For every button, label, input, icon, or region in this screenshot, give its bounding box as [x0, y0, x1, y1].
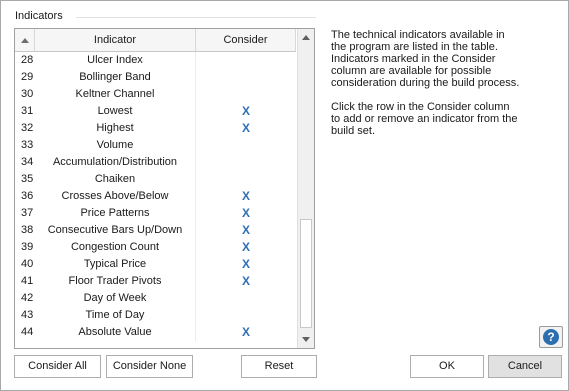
indicator-name: Typical Price	[35, 256, 196, 273]
indicator-name: Lowest	[35, 103, 196, 120]
row-number: 41	[21, 275, 34, 287]
group-divider	[76, 17, 316, 18]
table-row[interactable]: 29 Bollinger Band	[15, 69, 296, 86]
table-row[interactable]: 40 Typical Price X	[15, 256, 296, 273]
reset-button[interactable]: Reset	[241, 355, 317, 378]
row-number: 33	[21, 139, 34, 151]
sort-column-header[interactable]	[15, 29, 35, 51]
consider-cell[interactable]	[196, 290, 296, 307]
indicator-name: Absolute Value	[35, 324, 196, 341]
arrow-down-icon	[302, 337, 310, 342]
table-row[interactable]: 31 Lowest X	[15, 103, 296, 120]
consider-cell[interactable]	[196, 154, 296, 171]
help-icon: ?	[543, 329, 559, 345]
indicator-name: Ulcer Index	[35, 52, 196, 69]
sort-ascending-icon	[20, 37, 29, 43]
consider-all-button[interactable]: Consider All	[14, 355, 101, 378]
indicator-name: Day of Week	[35, 290, 196, 307]
consider-cell[interactable]	[196, 171, 296, 188]
indicator-name: Highest	[35, 120, 196, 137]
table-row[interactable]: 39 Congestion Count X	[15, 239, 296, 256]
description-paragraph-2: Click the row in the Consider column to …	[331, 101, 518, 137]
description-paragraph-1: The technical indicators available in th…	[331, 29, 520, 89]
vertical-scrollbar[interactable]	[297, 29, 314, 348]
row-number: 37	[21, 207, 34, 219]
table-row[interactable]: 37 Price Patterns X	[15, 205, 296, 222]
table-body: 28 Ulcer Index 29 Bollinger Band 30 Keltner C…	[15, 52, 296, 341]
consider-column-header[interactable]: Consider	[196, 29, 296, 51]
table-row[interactable]: 41 Floor Trader Pivots X	[15, 273, 296, 290]
help-button[interactable]: ?	[539, 326, 563, 348]
row-number: 44	[21, 326, 34, 338]
table-row[interactable]: 42 Day of Week	[15, 290, 296, 307]
consider-cell[interactable]: X	[196, 103, 296, 120]
table-row[interactable]: 35 Chaiken	[15, 171, 296, 188]
consider-none-button[interactable]: Consider None	[106, 355, 193, 378]
indicator-name: Keltner Channel	[35, 86, 196, 103]
row-number: 38	[21, 224, 34, 236]
description-panel: The technical indicators available in th…	[331, 29, 521, 149]
table-row[interactable]: 32 Highest X	[15, 120, 296, 137]
indicator-name: Bollinger Band	[35, 69, 196, 86]
indicators-dialog: Indicators Indicator Consider 28 Ulcer In…	[0, 0, 569, 391]
row-number: 35	[21, 173, 34, 185]
consider-cell[interactable]: X	[196, 324, 296, 341]
consider-cell[interactable]: X	[196, 205, 296, 222]
consider-cell[interactable]: X	[196, 273, 296, 290]
row-number: 34	[21, 156, 34, 168]
indicator-name: Time of Day	[35, 307, 196, 324]
row-number: 36	[21, 190, 34, 202]
row-number: 30	[21, 88, 34, 100]
table-row[interactable]: 44 Absolute Value X	[15, 324, 296, 341]
row-number: 31	[21, 105, 34, 117]
consider-cell[interactable]	[196, 137, 296, 154]
table-row[interactable]: 34 Accumulation/Distribution	[15, 154, 296, 171]
indicator-name: Volume	[35, 137, 196, 154]
table-row[interactable]: 38 Consecutive Bars Up/Down X	[15, 222, 296, 239]
row-number: 32	[21, 122, 34, 134]
scrollbar-thumb[interactable]	[300, 219, 312, 328]
consider-cell[interactable]	[196, 52, 296, 69]
scroll-down-button[interactable]	[298, 331, 314, 348]
consider-cell[interactable]: X	[196, 256, 296, 273]
consider-cell[interactable]	[196, 86, 296, 103]
table-row[interactable]: 28 Ulcer Index	[15, 52, 296, 69]
row-number: 29	[21, 71, 34, 83]
consider-cell[interactable]: X	[196, 120, 296, 137]
table-header: Indicator Consider	[15, 29, 296, 52]
consider-cell[interactable]	[196, 69, 296, 86]
indicator-name: Accumulation/Distribution	[35, 154, 196, 171]
row-number: 39	[21, 241, 34, 253]
table-row[interactable]: 43 Time of Day	[15, 307, 296, 324]
scroll-up-button[interactable]	[298, 29, 314, 46]
row-number: 42	[21, 292, 34, 304]
arrow-up-icon	[302, 35, 310, 40]
indicator-column-header[interactable]: Indicator	[35, 29, 196, 51]
cancel-button[interactable]: Cancel	[488, 355, 562, 378]
table-row[interactable]: 30 Keltner Channel	[15, 86, 296, 103]
indicator-name: Consecutive Bars Up/Down	[35, 222, 196, 239]
ok-button[interactable]: OK	[410, 355, 484, 378]
indicator-name: Crosses Above/Below	[35, 188, 196, 205]
indicator-name: Congestion Count	[35, 239, 196, 256]
row-number: 28	[21, 54, 34, 66]
row-number: 40	[21, 258, 34, 270]
indicator-name: Chaiken	[35, 171, 196, 188]
table-row[interactable]: 33 Volume	[15, 137, 296, 154]
group-title: Indicators	[15, 10, 63, 22]
table-row[interactable]: 36 Crosses Above/Below X	[15, 188, 296, 205]
indicators-table[interactable]: Indicator Consider 28 Ulcer Index 29 Bollin…	[14, 28, 315, 349]
indicator-name: Price Patterns	[35, 205, 196, 222]
consider-cell[interactable]: X	[196, 239, 296, 256]
consider-cell[interactable]: X	[196, 222, 296, 239]
consider-cell[interactable]	[196, 307, 296, 324]
indicator-name: Floor Trader Pivots	[35, 273, 196, 290]
consider-cell[interactable]: X	[196, 188, 296, 205]
row-number: 43	[21, 309, 34, 321]
